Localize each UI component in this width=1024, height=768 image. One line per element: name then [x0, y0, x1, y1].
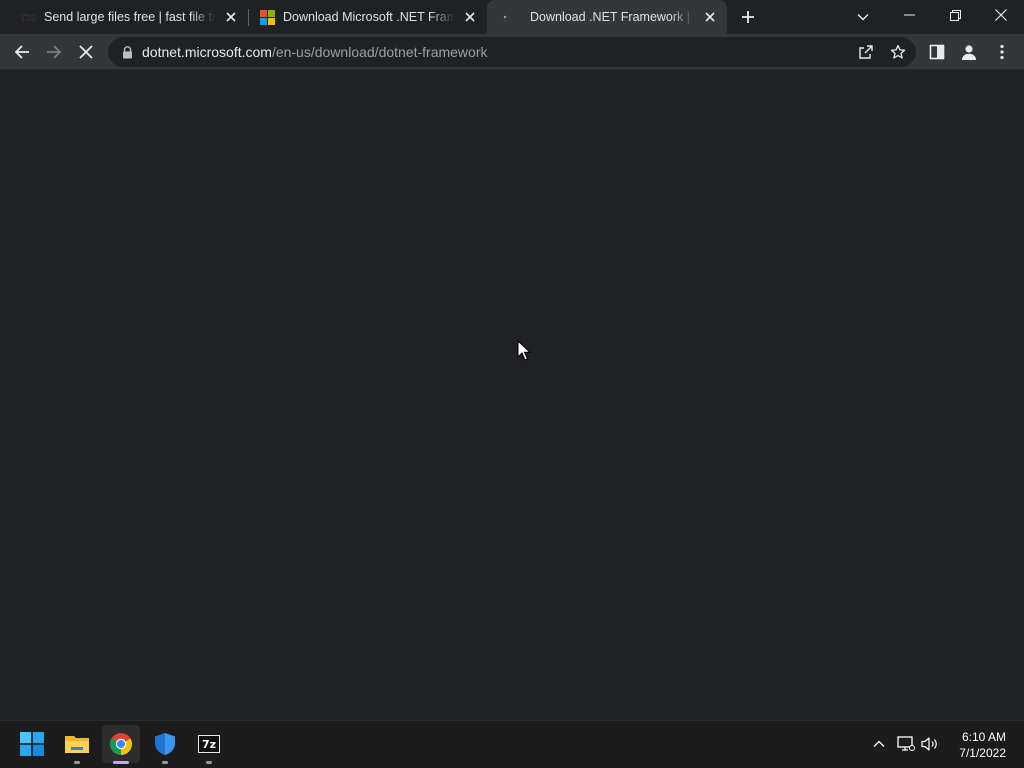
loading-favicon-icon [497, 9, 513, 25]
tab-title: Download Microsoft .NET Framework [283, 10, 455, 24]
chevron-down-icon [857, 14, 869, 21]
running-indicator [113, 761, 129, 764]
url-host: dotnet.microsoft.com [142, 44, 272, 60]
lock-icon[interactable] [120, 45, 134, 59]
side-panel-icon [929, 44, 945, 60]
close-tab-icon[interactable] [461, 8, 479, 26]
taskbar-7zip[interactable]: 7z [190, 725, 228, 764]
7zip-icon: 7z [198, 735, 220, 753]
profile-button[interactable] [955, 38, 983, 66]
file-explorer-icon [65, 736, 89, 753]
taskbar-chrome[interactable] [102, 725, 140, 764]
minimize-icon [903, 14, 915, 16]
windows-security-icon [155, 733, 175, 755]
restore-icon [949, 9, 961, 21]
forward-arrow-icon [47, 45, 62, 59]
browser-toolbar: dotnet.microsoft.com/en-us/download/dotn… [0, 34, 1024, 70]
tab-title: Send large files free | fast file transf… [44, 10, 216, 24]
page-content[interactable] [0, 70, 1024, 720]
menu-dots-icon [1000, 44, 1004, 60]
clock-date: 7/1/2022 [959, 746, 1006, 760]
close-tab-icon[interactable] [222, 8, 240, 26]
taskbar-windows-security[interactable] [146, 725, 184, 764]
side-panel-button[interactable] [923, 38, 951, 66]
taskbar-file-explorer[interactable] [58, 725, 96, 764]
volume-icon [921, 737, 937, 751]
mouse-cursor-icon [517, 340, 531, 361]
network-button[interactable] [897, 735, 915, 753]
share-icon[interactable] [857, 43, 875, 61]
chrome-icon [110, 733, 132, 755]
txl-favicon-icon: TXL [20, 9, 36, 25]
clock-time: 6:10 AM [961, 730, 1006, 744]
running-indicator [162, 761, 168, 764]
taskbar: 7z 6:10 AM 7/1/2022 [0, 720, 1024, 768]
back-arrow-icon [14, 45, 29, 59]
stop-loading-icon [79, 45, 93, 59]
tab-search-button[interactable] [849, 3, 877, 31]
chrome-menu-button[interactable] [988, 38, 1016, 66]
taskbar-clock[interactable]: 6:10 AM 7/1/2022 [959, 729, 1006, 761]
running-indicator [74, 761, 80, 764]
chevron-up-icon [873, 740, 885, 747]
close-tab-icon[interactable] [701, 8, 719, 26]
7zip-label: 7z [201, 737, 217, 751]
minimize-button[interactable] [886, 0, 932, 30]
close-window-button[interactable] [978, 0, 1024, 30]
network-icon [897, 736, 915, 751]
new-tab-button[interactable] [734, 3, 762, 31]
url-path: /en-us/download/dotnet-framework [271, 44, 488, 60]
start-button[interactable] [13, 725, 51, 763]
address-bar[interactable]: dotnet.microsoft.com/en-us/download/dotn… [108, 37, 916, 67]
restore-button[interactable] [932, 0, 978, 30]
running-indicator [206, 761, 212, 764]
url-text[interactable]: dotnet.microsoft.com/en-us/download/dotn… [142, 44, 488, 60]
tab-title: Download .NET Framework | Free [530, 10, 695, 24]
plus-icon [742, 11, 754, 23]
close-icon [995, 9, 1007, 21]
tab-download-net-framework[interactable]: Download .NET Framework | Free [487, 0, 727, 34]
show-hidden-icons-button[interactable] [870, 735, 888, 753]
forward-button[interactable] [40, 38, 68, 66]
tab-download-microsoft-net[interactable]: Download Microsoft .NET Framework [249, 0, 487, 34]
svg-text:TXL: TXL [20, 14, 36, 22]
back-button[interactable] [8, 38, 36, 66]
volume-button[interactable] [921, 735, 939, 753]
stop-loading-button[interactable] [72, 38, 100, 66]
tab-send-large-files[interactable]: TXL Send large files free | fast file tr… [0, 0, 248, 34]
bookmark-star-icon[interactable] [889, 43, 907, 61]
microsoft-favicon-icon [259, 9, 275, 25]
profile-icon [962, 45, 976, 60]
windows-start-icon [20, 732, 44, 756]
tab-strip: TXL Send large files free | fast file tr… [0, 0, 1024, 34]
